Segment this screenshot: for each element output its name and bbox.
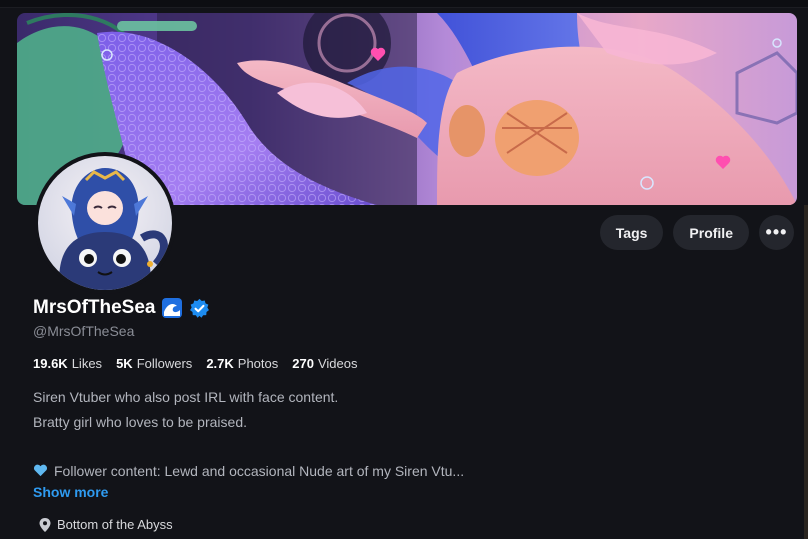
bio-line: Follower content: Lewd and occasional Nu…	[54, 462, 465, 479]
bio-line: Bratty girl who loves to be praised.	[33, 413, 247, 430]
profile-location: Bottom of the Abyss	[39, 517, 753, 532]
bio-line: Siren Vtuber who also post IRL with face…	[33, 389, 339, 405]
profile-avatar[interactable]	[34, 152, 176, 294]
stat-label: Followers	[136, 356, 193, 371]
tags-button[interactable]: Tags	[599, 215, 664, 250]
stat-videos[interactable]: 270 Videos	[292, 356, 357, 371]
profile-stats: 19.6K Likes 5K Followers 2.7K Photos 270 Vid…	[33, 356, 753, 371]
display-name: MrsOfTheSea	[33, 297, 156, 318]
profile-info: MrsOfTheSea @MrsOfTheSea 19.6K Likes 5K Fo…	[33, 294, 753, 532]
profile-button[interactable]: Profile	[673, 215, 749, 250]
bio-spacer	[33, 434, 753, 459]
top-bar	[0, 0, 808, 8]
location-pin-icon	[39, 517, 51, 532]
stat-label: Photos	[237, 356, 279, 371]
stat-value: 19.6K	[33, 356, 68, 371]
stat-value: 2.7K	[206, 356, 234, 371]
stat-label: Videos	[317, 356, 358, 371]
stat-value: 5K	[116, 356, 133, 371]
avatar-illustration	[38, 156, 172, 290]
blue-heart-emoji-icon	[33, 464, 48, 476]
stat-followers[interactable]: 5K Followers	[116, 356, 192, 371]
more-options-button[interactable]: •••	[759, 215, 794, 250]
name-row: MrsOfTheSea	[33, 294, 753, 322]
location-text: Bottom of the Abyss	[57, 517, 173, 532]
stat-likes[interactable]: 19.6K Likes	[33, 356, 102, 371]
bio-line-with-heart: Follower content: Lewd and occasional Nu…	[33, 459, 753, 484]
water-wave-emoji-icon	[162, 298, 183, 318]
username-handle: @MrsOfTheSea	[33, 323, 135, 339]
stat-photos[interactable]: 2.7K Photos	[206, 356, 278, 371]
stat-value: 270	[292, 356, 314, 371]
right-edge-panel	[804, 205, 808, 539]
verified-badge-icon	[190, 298, 210, 318]
profile-actions: Tags Profile •••	[599, 215, 794, 250]
stat-label: Likes	[71, 356, 103, 371]
show-more-link[interactable]: Show more	[33, 484, 108, 500]
profile-bio: Siren Vtuber who also post IRL with face…	[33, 385, 753, 483]
